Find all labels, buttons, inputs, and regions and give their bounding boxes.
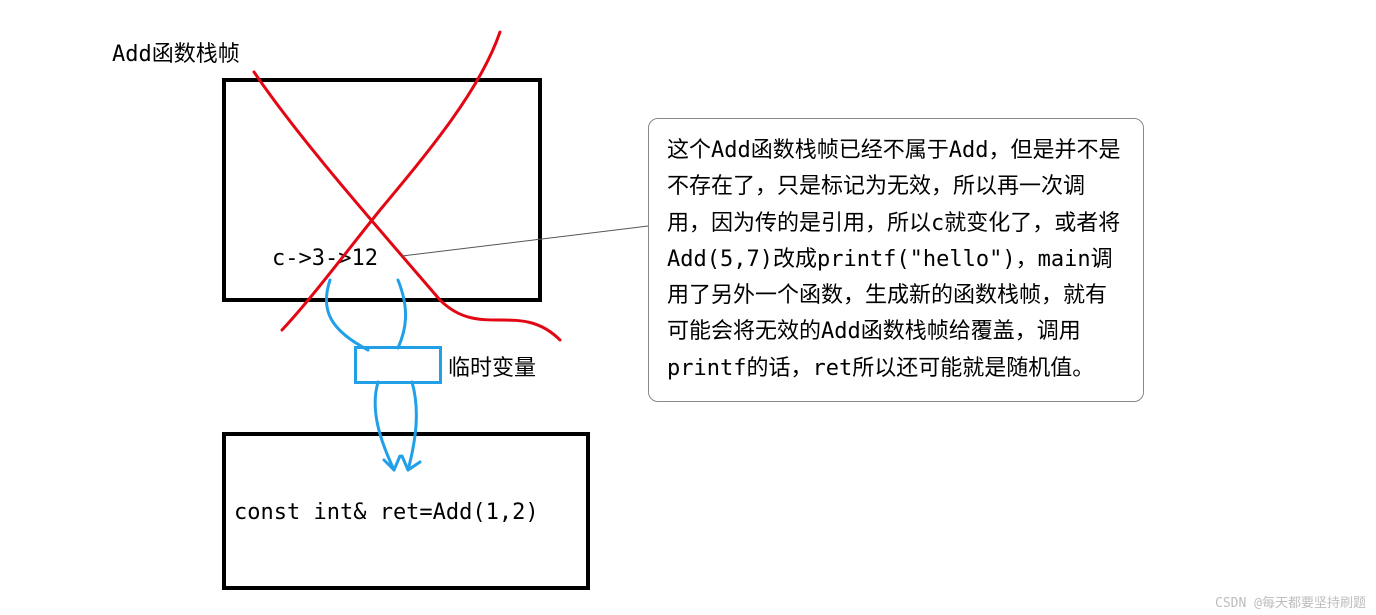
explanation-box: 这个Add函数栈帧已经不属于Add，但是并不是不存在了，只是标记为无效，所以再一… (648, 118, 1144, 402)
title-label: Add函数栈帧 (112, 36, 240, 68)
watermark: CSDN @每天都要坚持刷题 (1215, 592, 1366, 611)
lower-box-text: const int& ret=Add(1,2) (234, 500, 539, 525)
temp-var-label: 临时变量 (448, 350, 536, 382)
explanation-text: 这个Add函数栈帧已经不属于Add，但是并不是不存在了，只是标记为无效，所以再一… (667, 138, 1120, 381)
temp-var-box (354, 346, 442, 384)
upper-box-text: c->3->12 (272, 246, 378, 271)
lower-stack-frame-box: const int& ret=Add(1,2) (222, 432, 590, 590)
upper-stack-frame-box: c->3->12 (222, 78, 542, 302)
